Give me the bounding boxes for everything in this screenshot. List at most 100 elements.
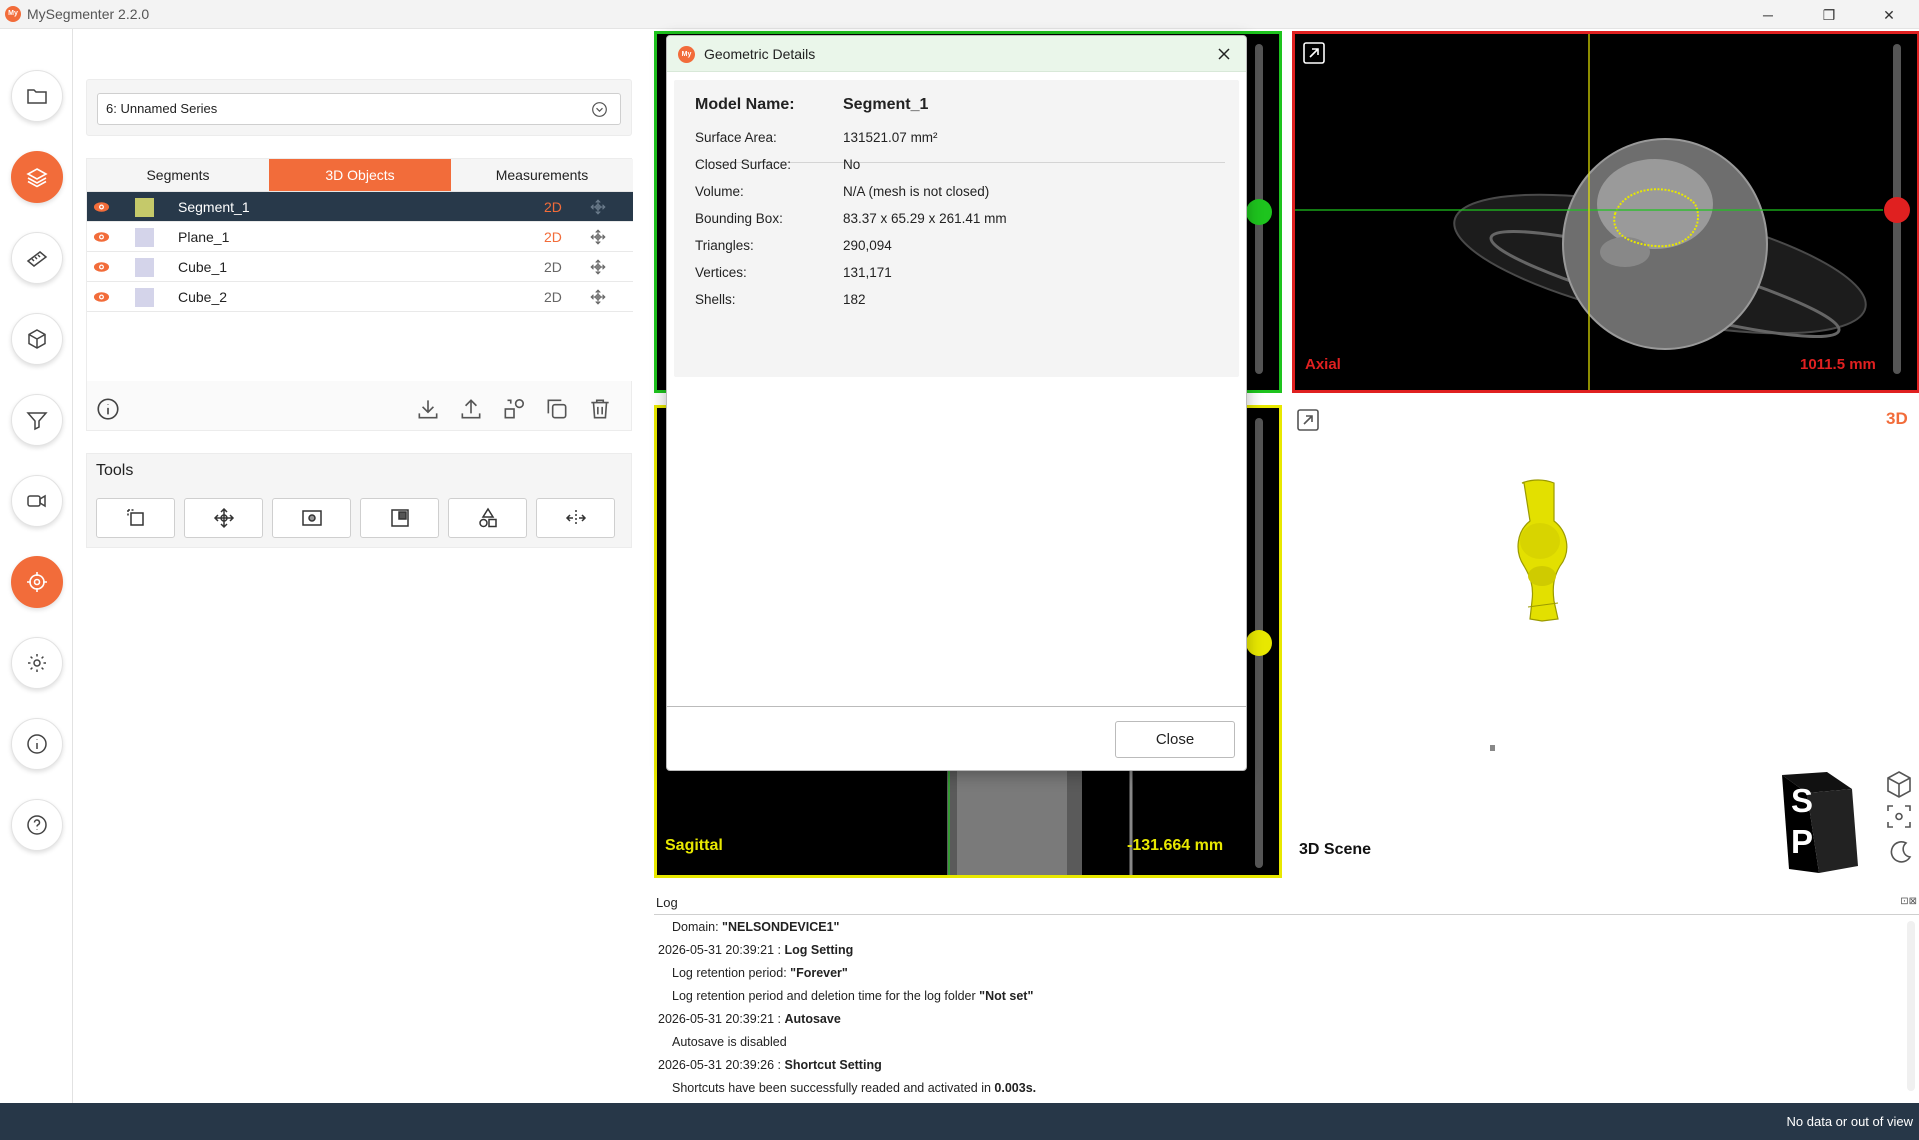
log-line: 2026-05-31 20:39:21 : Autosave	[658, 1008, 1919, 1031]
3d-model-button[interactable]	[11, 313, 63, 365]
shapes-icon[interactable]	[501, 396, 527, 422]
series-dropdown[interactable]: 6: Unnamed Series	[97, 93, 621, 125]
upload-icon[interactable]	[458, 396, 484, 422]
detail-key: Surface Area:	[695, 130, 777, 145]
log-scrollbar[interactable]	[1907, 921, 1915, 1091]
log-line: 2026-05-31 20:39:26 : Shortcut Setting	[658, 1054, 1919, 1077]
axial-label: Axial	[1305, 356, 1341, 373]
orientation-cube[interactable]: S P	[1782, 772, 1858, 873]
log-bold-text: Log Setting	[784, 943, 854, 957]
maximize-icon[interactable]	[1297, 409, 1319, 431]
object-row[interactable]: Cube_1 2D	[87, 252, 633, 282]
object-color-swatch[interactable]	[135, 258, 154, 277]
cube-view-icon[interactable]	[1887, 771, 1911, 798]
tab-3d-objects[interactable]: 3D Objects	[269, 159, 451, 191]
focus-icon[interactable]	[1887, 805, 1911, 828]
trash-icon[interactable]	[587, 396, 613, 422]
log-bold-text: Shortcut Setting	[784, 1058, 882, 1072]
object-mode-toggle[interactable]: 2D	[544, 229, 562, 245]
move-icon[interactable]	[589, 228, 607, 246]
detail-value: 290,094	[843, 238, 892, 253]
object-row[interactable]: Segment_1 2D	[87, 192, 633, 222]
sagittal-measure: -131.664 mm	[1127, 837, 1224, 854]
info-icon	[27, 734, 47, 754]
tab-measurements[interactable]: Measurements	[451, 159, 633, 191]
crop-tool-button[interactable]	[96, 498, 175, 538]
mask-tool-button[interactable]	[360, 498, 439, 538]
move-icon[interactable]	[589, 198, 607, 216]
object-row[interactable]: Cube_2 2D	[87, 282, 633, 312]
log-title: Log	[656, 895, 678, 910]
layers-button[interactable]	[11, 151, 63, 203]
object-mode-toggle[interactable]: 2D	[544, 199, 562, 215]
coronal-slice-knob[interactable]	[1246, 199, 1272, 225]
move-icon[interactable]	[589, 258, 607, 276]
ruler-button[interactable]	[11, 232, 63, 284]
object-mode-toggle[interactable]: 2D	[544, 259, 562, 275]
moon-icon[interactable]	[1890, 841, 1912, 863]
object-color-swatch[interactable]	[135, 288, 154, 307]
settings-button[interactable]	[11, 637, 63, 689]
detail-key: Triangles:	[695, 238, 754, 253]
sagittal-label: Sagittal	[665, 837, 723, 854]
log-lines: Domain: "NELSONDEVICE1" 2026-05-31 20:39:…	[658, 916, 1919, 1100]
axial-measure: 1011.5 mm	[1800, 356, 1876, 373]
sagittal-slice-knob[interactable]	[1246, 630, 1272, 656]
log-text: Domain:	[672, 920, 723, 934]
status-bar: No data or out of view	[0, 1103, 1919, 1140]
window-title: MySegmenter 2.2.0	[27, 6, 150, 22]
3d-scene-viewport[interactable]: S P 3D 3D Scene	[1292, 401, 1919, 878]
filter-button[interactable]	[11, 394, 63, 446]
download-icon[interactable]	[415, 396, 441, 422]
status-text: No data or out of view	[1786, 1114, 1913, 1129]
ruler-icon	[26, 251, 48, 267]
shapes-tool-button[interactable]	[448, 498, 527, 538]
close-button[interactable]: Close	[1115, 721, 1235, 758]
eye-icon[interactable]	[93, 200, 110, 214]
detail-value: 131521.07 mm²	[843, 130, 938, 145]
image-tool-button[interactable]	[272, 498, 351, 538]
object-mode-toggle[interactable]: 2D	[544, 289, 562, 305]
3d-scene-canvas: S P	[1297, 409, 1912, 873]
split-tool-button[interactable]	[536, 498, 615, 538]
log-text: Autosave is disabled	[672, 1035, 787, 1049]
log-line: Autosave is disabled	[658, 1031, 1919, 1054]
axial-viewport[interactable]: Axial 1011.5 mm	[1292, 31, 1919, 393]
close-window-button[interactable]: ✕	[1866, 2, 1912, 28]
axial-slice-knob[interactable]	[1884, 197, 1910, 223]
log-dock-controls[interactable]: ⊡⊠	[1900, 896, 1917, 907]
scene-marker	[1490, 745, 1495, 751]
target-icon	[27, 572, 47, 592]
close-icon[interactable]	[1214, 44, 1234, 64]
app-logo-icon: My	[5, 6, 21, 22]
move-icon[interactable]	[589, 288, 607, 306]
detail-value: 131,171	[843, 265, 892, 280]
minimize-button[interactable]: ─	[1745, 2, 1791, 28]
transform-tool-button[interactable]	[184, 498, 263, 538]
object-color-swatch[interactable]	[135, 198, 154, 217]
move-icon	[213, 507, 234, 529]
restore-button[interactable]: ❐	[1806, 2, 1852, 28]
info-icon[interactable]	[95, 396, 121, 422]
filter-icon	[26, 412, 48, 431]
tab-segments[interactable]: Segments	[87, 159, 269, 191]
object-color-swatch[interactable]	[135, 228, 154, 247]
maximize-icon[interactable]	[1303, 42, 1325, 64]
info-button[interactable]	[11, 718, 63, 770]
open-folder-button[interactable]	[11, 70, 63, 122]
object-row[interactable]: Plane_1 2D	[87, 222, 633, 252]
detail-key: Volume:	[695, 184, 744, 199]
cube-face-top: S	[1791, 782, 1813, 819]
video-button[interactable]	[11, 475, 63, 527]
eye-icon[interactable]	[93, 230, 110, 244]
eye-icon[interactable]	[93, 290, 110, 304]
detail-value: 83.37 x 65.29 x 261.41 mm	[843, 211, 1007, 226]
duplicate-icon[interactable]	[544, 396, 570, 422]
mask-icon	[390, 509, 409, 527]
target-button[interactable]	[11, 556, 63, 608]
log-bold-text: Autosave	[784, 1012, 841, 1026]
help-button[interactable]	[11, 799, 63, 851]
log-bold-text: 0.003s.	[994, 1081, 1037, 1095]
eye-icon[interactable]	[93, 260, 110, 274]
log-text: Log retention period:	[672, 966, 791, 980]
